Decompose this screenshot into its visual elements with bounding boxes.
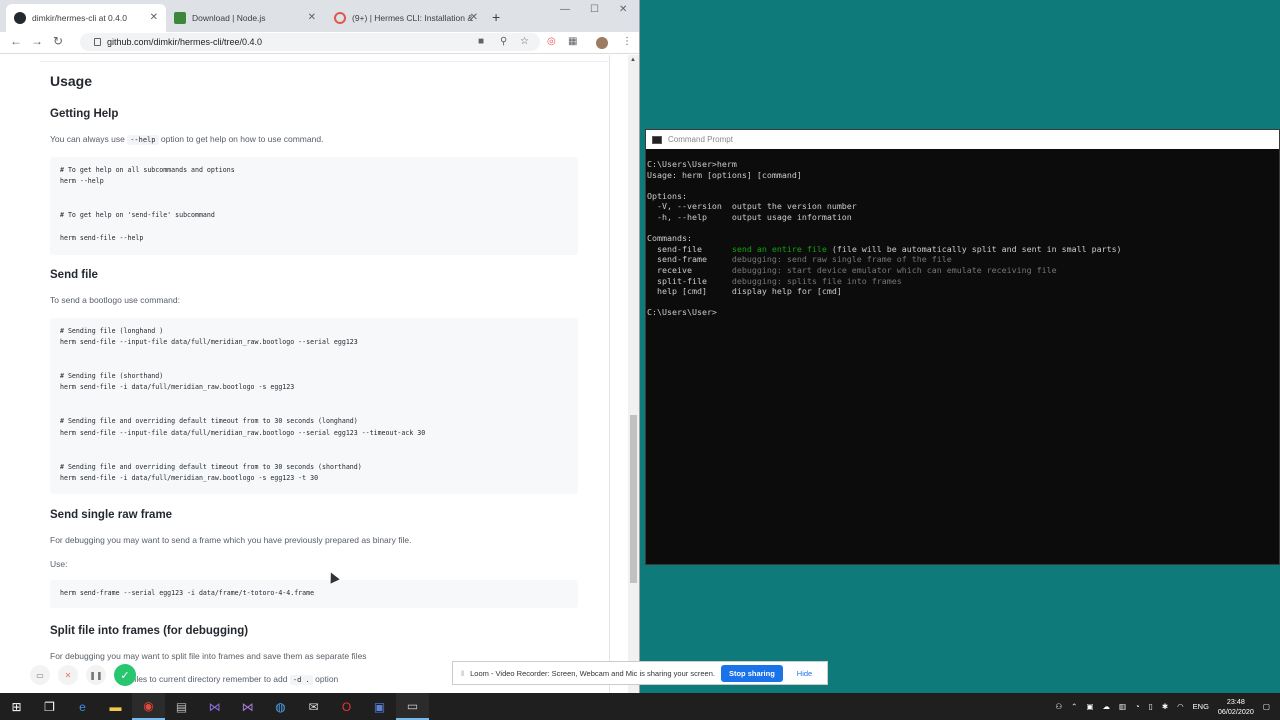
cmd-output[interactable]: C:\Users\User>herm Usage: herm [options]… (646, 149, 1279, 318)
code-block-help: # To get help on all subcommands and opt… (50, 157, 578, 255)
camera-toggle-icon[interactable]: ▭ (30, 665, 50, 685)
command-prompt-window: Command Prompt C:\Users\User>herm Usage:… (645, 129, 1280, 565)
cmd-icon (652, 135, 662, 144)
calculator-icon[interactable]: ▤ (165, 693, 198, 720)
cancel-recording-icon[interactable]: ✕ (58, 665, 78, 685)
page-scrollbar[interactable]: ▲ (628, 55, 639, 693)
reload-icon[interactable]: ↻ (53, 34, 63, 48)
wifi-icon[interactable]: ◠ (1177, 702, 1184, 711)
send-frame-heading: Send single raw frame (50, 509, 173, 521)
visual-studio-alt-icon[interactable]: ⋈ (231, 693, 264, 720)
code-block-send-file: # Sending file (longhand ) herm send-fil… (50, 318, 578, 494)
drag-handle-icon[interactable]: ‖ (461, 669, 464, 678)
tray-app-icon[interactable]: ▣ (1086, 702, 1093, 711)
split-file-text: For debugging you may want to split file… (50, 651, 367, 661)
menu-icon[interactable]: ⋮ (622, 36, 632, 47)
opera-icon[interactable]: O (330, 693, 363, 720)
tab-hermes-cli[interactable]: dimkir/hermes-cli at 0.4.0 ✕ (6, 4, 166, 32)
file-explorer-icon[interactable]: ▬ (99, 693, 132, 720)
send-frame-text: For debugging you may want to send a fra… (50, 535, 412, 545)
readme: Usage Getting Help You can always use --… (20, 55, 610, 693)
send-file-text: To send a bootlogo use command: (50, 295, 180, 305)
clock[interactable]: 23:48 06/02/2020 (1218, 697, 1254, 717)
stop-sharing-button[interactable]: Stop sharing (720, 664, 783, 682)
mail-icon[interactable]: ✉ (297, 693, 330, 720)
avatar[interactable] (596, 37, 608, 49)
split-file-heading: Split file into frames (for debugging) (50, 625, 249, 637)
hide-button[interactable]: Hide (797, 669, 812, 678)
browser-window: dimkir/hermes-cli at 0.4.0 ✕ Download | … (0, 0, 640, 693)
divider (40, 61, 610, 62)
screen-share-banner: ‖ Loom - Video Recorder: Screen, Webcam … (452, 661, 828, 685)
command-prompt-taskbar-icon[interactable]: ▭ (396, 693, 429, 720)
volume-icon[interactable]: ◔ (1135, 702, 1140, 711)
close-tab-icon[interactable]: ✕ (308, 12, 316, 23)
page-content: Usage Getting Help You can always use --… (0, 55, 628, 693)
start-windows-icon[interactable]: ⊞ (0, 693, 33, 720)
taskbar: ⊞ ❐ e ▬ ◉ ▤ ⋈ ⋈ ◍ ✉ O ▣ ▭ ⚇ ⌃ ▣ ☁ ▥ ◔ ▯ … (0, 693, 1280, 720)
scroll-up-icon[interactable]: ▲ (630, 57, 636, 63)
app-icon[interactable]: ◍ (264, 693, 297, 720)
extension-icon[interactable]: ◎ (547, 36, 556, 47)
show-hidden-icons-icon[interactable]: ⌃ (1071, 702, 1077, 711)
lock-icon (94, 38, 101, 46)
send-file-heading: Send file (50, 269, 98, 281)
getting-help-text: You can always use --help option to get … (50, 134, 324, 145)
getting-help-heading: Getting Help (50, 108, 119, 120)
address-bar[interactable]: github.com/dimkir/hermes-cli/tree/0.4.0 (80, 33, 540, 51)
minimize-icon[interactable]: — (560, 4, 570, 15)
close-tab-icon[interactable]: ✕ (470, 12, 478, 23)
edge-icon[interactable]: e (66, 693, 99, 720)
task-view-icon[interactable]: ❐ (33, 693, 66, 720)
chrome-icon[interactable]: ◉ (132, 693, 165, 720)
finish-recording-icon[interactable]: ✓ (114, 664, 136, 686)
qr-icon[interactable]: ▦ (568, 36, 577, 47)
use-label: Use: (50, 559, 68, 569)
browser-toolbar: ← → ↻ github.com/dimkir/hermes-cli/tree/… (0, 32, 639, 54)
loom-controls: ▭ ✕ ❚❚ ✓ (30, 664, 136, 686)
bluetooth-icon[interactable]: ✱ (1162, 702, 1168, 711)
scroll-thumb[interactable] (630, 415, 637, 583)
pause-icon[interactable]: ❚❚ (86, 665, 106, 685)
language-indicator[interactable]: ENG (1193, 702, 1209, 711)
tab-nodejs[interactable]: Download | Node.js ✕ (166, 4, 324, 32)
network-icon[interactable]: ▥ (1119, 702, 1126, 711)
close-window-icon[interactable]: ✕ (619, 4, 627, 15)
battery-icon[interactable]: ▯ (1149, 702, 1153, 711)
bookmark-star-icon[interactable]: ☆ (520, 36, 529, 47)
back-icon[interactable]: ← (10, 34, 22, 48)
visual-studio-icon[interactable]: ⋈ (198, 693, 231, 720)
code-block-send-frame: herm send-frame --serial egg123 -i data/… (50, 580, 578, 608)
usage-heading: Usage (50, 73, 93, 89)
tab-strip: dimkir/hermes-cli at 0.4.0 ✕ Download | … (0, 0, 639, 32)
target-icon (334, 12, 346, 24)
zoom-icon[interactable]: ⚲ (500, 36, 507, 47)
people-icon[interactable]: ⚇ (1055, 702, 1062, 711)
github-icon (14, 12, 26, 24)
new-tab-button[interactable]: + (492, 9, 500, 25)
onedrive-icon[interactable]: ☁ (1103, 702, 1111, 711)
system-tray: ⚇ ⌃ ▣ ☁ ▥ ◔ ▯ ✱ ◠ ENG 23:48 06/02/2020 ▢ (1055, 693, 1280, 720)
forward-icon[interactable]: → (31, 34, 43, 48)
maximize-icon[interactable]: ☐ (590, 4, 599, 15)
cmd-titlebar: Command Prompt (646, 130, 1279, 149)
save-app-icon[interactable]: ▣ (363, 693, 396, 720)
notifications-icon[interactable]: ▢ (1263, 702, 1270, 711)
nodejs-icon (174, 12, 186, 24)
split-file-text2: ave files to current directory remember … (116, 674, 339, 685)
close-tab-icon[interactable]: ✕ (150, 12, 158, 23)
tab-hermes-installation[interactable]: (9+) | Hermes CLI: Installation & ✕ (326, 4, 486, 32)
camera-icon[interactable]: ■ (478, 36, 484, 47)
